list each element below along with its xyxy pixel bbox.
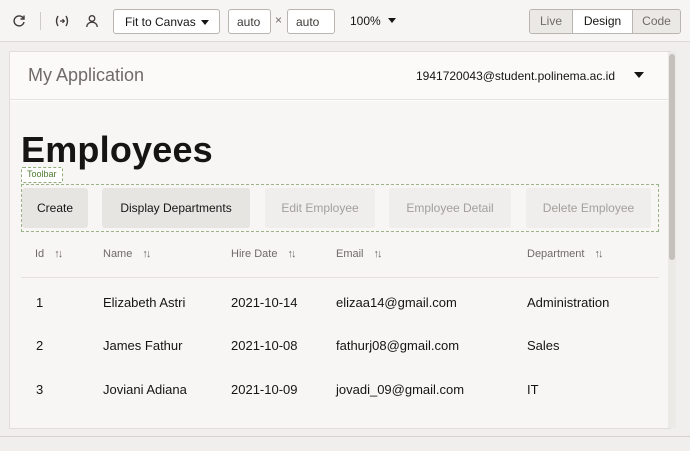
column-header-id[interactable]: Id ↑↓ — [35, 248, 63, 260]
cell-hire-date: 2021-10-09 — [231, 382, 298, 397]
column-header-name[interactable]: Name ↑↓ — [103, 248, 151, 260]
refresh-icon[interactable] — [8, 10, 30, 32]
cell-email: fathurj08@gmail.com — [336, 338, 460, 353]
app-header: My Application 1941720043@student.poline… — [10, 52, 670, 100]
cell-department: IT — [527, 382, 539, 397]
scrollbar-thumb[interactable] — [669, 54, 675, 260]
edit-employee-button[interactable]: Edit Employee — [265, 188, 375, 228]
chevron-down-icon — [201, 20, 209, 25]
canvas-scrollbar[interactable] — [668, 52, 676, 428]
employee-detail-button[interactable]: Employee Detail — [389, 188, 511, 228]
user-icon[interactable] — [81, 10, 103, 32]
cell-name: James Fathur — [103, 338, 183, 353]
design-canvas: My Application 1941720043@student.poline… — [10, 52, 670, 428]
code-brackets-icon[interactable] — [51, 10, 73, 32]
column-header-label: Department — [527, 248, 585, 260]
cell-id: 2 — [36, 338, 44, 353]
zoom-chevron-down-icon[interactable] — [388, 18, 396, 23]
cell-hire-date: 2021-10-14 — [231, 295, 298, 310]
cell-id: 3 — [36, 382, 44, 397]
cell-id: 1 — [36, 295, 44, 310]
bottom-status-bar — [0, 436, 690, 451]
cell-email: jovadi_09@gmail.com — [336, 382, 465, 397]
page-title: Employees — [21, 129, 213, 170]
sort-icon[interactable]: ↑↓ — [287, 248, 296, 260]
sort-icon[interactable]: ↑↓ — [374, 248, 383, 260]
sort-icon[interactable]: ↑↓ — [594, 248, 603, 260]
column-header-email[interactable]: Email ↑↓ — [336, 248, 383, 260]
cell-hire-date: 2021-10-08 — [231, 338, 298, 353]
designer-toolbar: Fit to Canvas auto × auto 100% Live Desi… — [0, 0, 690, 42]
mode-live-button[interactable]: Live — [530, 10, 573, 33]
cell-department: Sales — [527, 338, 560, 353]
dimension-separator: × — [275, 13, 283, 27]
zoom-level[interactable]: 100% — [350, 14, 381, 28]
sort-icon[interactable]: ↑↓ — [54, 248, 63, 260]
cell-name: Joviani Adiana — [103, 382, 187, 397]
cell-name: Elizabeth Astri — [103, 295, 186, 310]
width-input[interactable]: auto — [228, 9, 271, 34]
fit-select-label: Fit to Canvas — [125, 15, 196, 29]
sort-icon[interactable]: ↑↓ — [142, 248, 151, 260]
mode-design-button[interactable]: Design — [573, 10, 633, 33]
cell-department: Administration — [527, 295, 610, 310]
display-departments-button[interactable]: Display Departments — [102, 188, 250, 228]
view-mode-switch: Live Design Code — [529, 9, 681, 34]
column-header-label: Email — [336, 248, 364, 260]
mode-code-button[interactable]: Code — [633, 10, 680, 33]
fit-to-canvas-select[interactable]: Fit to Canvas — [113, 9, 220, 34]
app-title: My Application — [28, 65, 145, 85]
user-menu[interactable]: 1941720043@student.polinema.ac.id — [416, 69, 615, 83]
toolbar-component-tag: Toolbar — [21, 167, 63, 183]
column-header-department[interactable]: Department ↑↓ — [527, 248, 603, 260]
delete-employee-button[interactable]: Delete Employee — [526, 188, 651, 228]
height-input[interactable]: auto — [287, 9, 335, 34]
create-button[interactable]: Create — [22, 188, 88, 228]
user-chevron-down-icon[interactable] — [634, 72, 644, 78]
cell-email: elizaa14@gmail.com — [336, 295, 457, 310]
column-header-hire-date[interactable]: Hire Date ↑↓ — [231, 248, 296, 260]
column-header-label: Hire Date — [231, 248, 278, 260]
column-header-label: Id — [35, 248, 45, 260]
table-header-divider — [21, 277, 659, 278]
column-header-label: Name — [103, 248, 133, 260]
toolbar-divider — [40, 12, 41, 30]
